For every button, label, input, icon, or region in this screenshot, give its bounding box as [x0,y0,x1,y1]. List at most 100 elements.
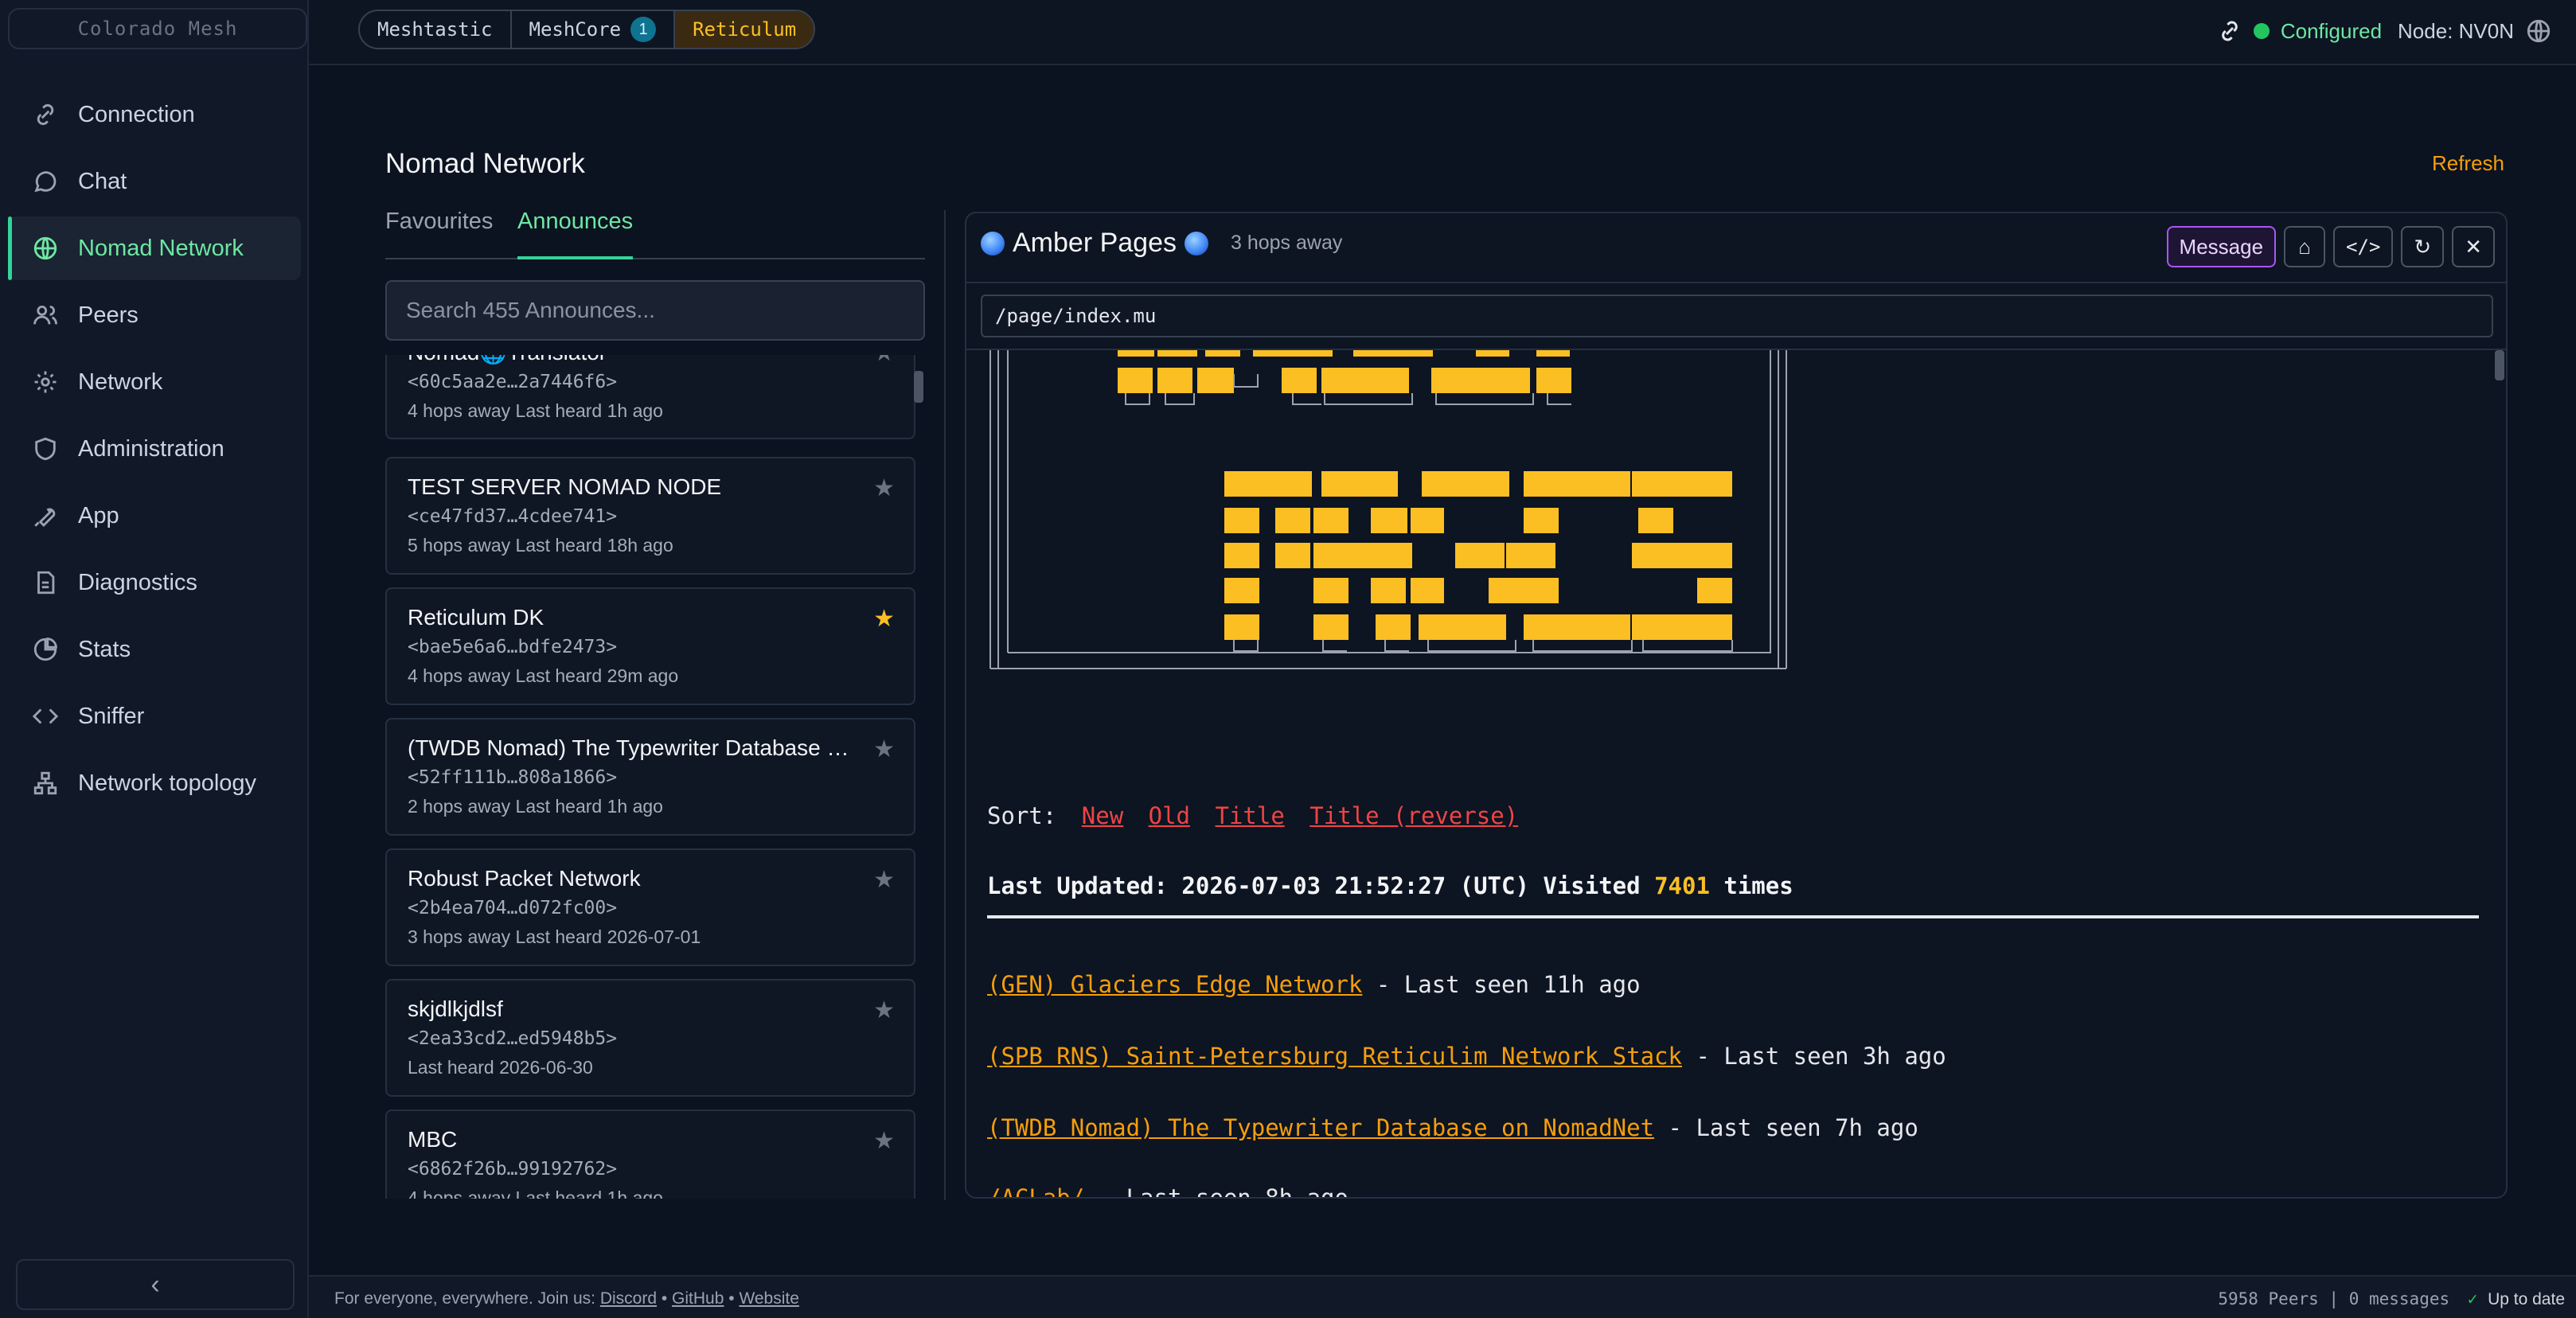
sidebar-item-sniffer[interactable]: Sniffer [8,684,301,748]
protocol-reticulum[interactable]: Reticulum [675,11,814,48]
sidebar-item-label: Diagnostics [78,569,197,595]
list-item[interactable]: (TWDB Nomad) The Typewriter Database on … [385,718,915,836]
top-bar: Meshtastic MeshCore 1 Reticulum Configure… [309,0,2576,65]
list-item[interactable]: MBC <6862f26b…99192762> 4 hops away Last… [385,1109,915,1199]
footer-tagline: For everyone, everywhere. Join us: [334,1289,600,1308]
star-icon[interactable]: ★ [873,996,895,1024]
website-link[interactable]: Website [739,1289,798,1308]
list-item: (TWDB Nomad) The Typewriter Database on … [987,1114,1918,1141]
sidebar-item-nomad-network[interactable]: Nomad Network [8,216,301,280]
globe-icon[interactable] [2525,18,2552,45]
sort-old-link[interactable]: Old [1149,802,1190,829]
sort-new-link[interactable]: New [1082,802,1123,829]
node-meta: 2 hops away Last heard 1h ago [408,796,663,817]
sidebar-item-peers[interactable]: Peers [8,283,301,347]
star-icon[interactable]: ★ [873,735,895,763]
protocol-meshtastic[interactable]: Meshtastic [360,11,512,48]
browser-header: Amber Pages 3 hops away Message ⌂ </> ↻ … [966,213,2506,283]
star-icon[interactable]: ★ [873,474,895,502]
message-button[interactable]: Message [2166,226,2277,267]
home-icon: ⌂ [2298,234,2311,259]
star-icon[interactable]: ★ [873,605,895,633]
node-hash: <ce47fd37…4cdee741> [408,506,618,527]
protocol-meshcore[interactable]: MeshCore 1 [512,11,676,48]
list-item[interactable]: skjdlkjdlsf <2ea33cd2…ed5948b5> Last hea… [385,979,915,1097]
node-link[interactable]: /ACLab/ [987,1184,1084,1197]
sidebar-item-connection[interactable]: Connection [8,83,301,146]
list-item: (SPB RNS) Saint-Petersburg Reticulim Net… [987,1043,1946,1070]
status-dot [2253,23,2270,39]
list-item[interactable]: TEST SERVER NOMAD NODE <ce47fd37…4cdee74… [385,457,915,575]
last-updated: Last Updated: 2026-07-03 21:52:27 (UTC) … [987,872,1793,899]
url-bar[interactable]: /page/index.mu [981,294,2493,337]
code-icon: </> [2346,236,2381,258]
list-scrollbar[interactable] [914,371,923,403]
pane-divider[interactable] [944,210,946,1200]
footer-left: For everyone, everywhere. Join us: Disco… [334,1289,799,1308]
divider [987,915,2479,918]
collapse-sidebar-button[interactable]: ‹ [16,1259,295,1310]
tab-announces[interactable]: Announces [517,209,634,259]
sort-title-link[interactable]: Title [1216,802,1285,829]
node-meta: 4 hops away Last heard 1h ago [408,1187,663,1199]
sidebar-item-diagnostics[interactable]: Diagnostics [8,551,301,614]
page-scrollbar[interactable] [2495,350,2504,380]
node-link[interactable]: (GEN) Glaciers Edge Network [987,971,1362,998]
peer-count: 5958 Peers | 0 messages [2218,1289,2450,1308]
sort-bar: Sort: New Old Title Title (reverse) [987,802,1518,829]
sidebar: Colorado Mesh Connection Chat Nomad Netw… [0,0,309,1318]
link-icon[interactable] [2217,18,2242,44]
sidebar-item-label: Administration [78,435,224,462]
sidebar-item-administration[interactable]: Administration [8,417,301,481]
ascii-art-banner [989,350,1787,669]
announce-list: Nomad🌐Translator <60c5aa2e…2a7446f6> 4 h… [385,355,917,1199]
star-icon[interactable]: ★ [873,866,895,894]
sidebar-item-network[interactable]: Network [8,350,301,414]
sidebar-item-network-topology[interactable]: Network topology [8,751,301,815]
link-icon [37,103,54,126]
list-item: /ACLab/ - Last seen 8h ago [987,1184,1348,1197]
list-item[interactable]: Robust Packet Network <2b4ea704…d072fc00… [385,848,915,966]
view-source-button[interactable]: </> [2333,226,2394,267]
globe-icon [981,231,1005,255]
protocol-label: Meshtastic [377,18,493,41]
sidebar-item-app[interactable]: App [8,484,301,548]
list-item[interactable]: Nomad🌐Translator <60c5aa2e…2a7446f6> 4 h… [385,355,915,439]
home-button[interactable]: ⌂ [2284,226,2326,267]
browser-toolbar: Message ⌂ </> ↻ ✕ [2166,226,2495,267]
node-name: (TWDB Nomad) The Typewriter Database on … [408,735,861,760]
node-hash: <bae5e6a6…bdfe2473> [408,637,618,657]
reload-button[interactable]: ↻ [2401,226,2445,267]
sidebar-item-label: Network topology [78,770,257,796]
tab-favourites[interactable]: Favourites [385,209,493,259]
node-link[interactable]: (TWDB Nomad) The Typewriter Database on … [987,1114,1654,1141]
node-name: skjdlkjdlsf [408,996,503,1021]
sort-label: Sort: [987,802,1057,829]
node-name: MBC [408,1127,458,1152]
users-icon [33,305,57,325]
sort-title-reverse-link[interactable]: Title (reverse) [1309,802,1518,829]
node-hash: <6862f26b…99192762> [408,1159,618,1180]
sidebar-nav: Connection Chat Nomad Network Peers Netw… [8,83,301,818]
star-icon[interactable]: ★ [873,355,895,367]
sidebar-item-stats[interactable]: Stats [8,618,301,681]
node-link[interactable]: (SPB RNS) Saint-Petersburg Reticulim Net… [987,1043,1682,1070]
sidebar-item-chat[interactable]: Chat [8,150,301,213]
connection-status: Configured Node: NV0N [2217,11,2552,51]
updated-text: Last Updated: 2026-07-03 21:52:27 (UTC) … [987,872,1655,899]
shield-icon [35,437,56,461]
last-seen: - Last seen 7h ago [1654,1114,1918,1141]
node-hash: <2b4ea704…d072fc00> [408,898,618,918]
list-item[interactable]: Reticulum DK <bae5e6a6…bdfe2473> 4 hops … [385,587,915,705]
check-icon: ✓ [2467,1289,2478,1308]
close-button[interactable]: ✕ [2452,226,2495,267]
star-icon[interactable]: ★ [873,1127,895,1155]
sidebar-item-label: Stats [78,636,131,662]
tab-bar: Favourites Announces [385,209,925,259]
discord-link[interactable]: Discord [600,1289,657,1308]
refresh-button[interactable]: Refresh [2432,151,2504,176]
github-link[interactable]: GitHub [672,1289,724,1308]
sidebar-item-label: Chat [78,168,127,194]
search-input[interactable] [385,280,925,341]
document-icon [37,571,55,595]
